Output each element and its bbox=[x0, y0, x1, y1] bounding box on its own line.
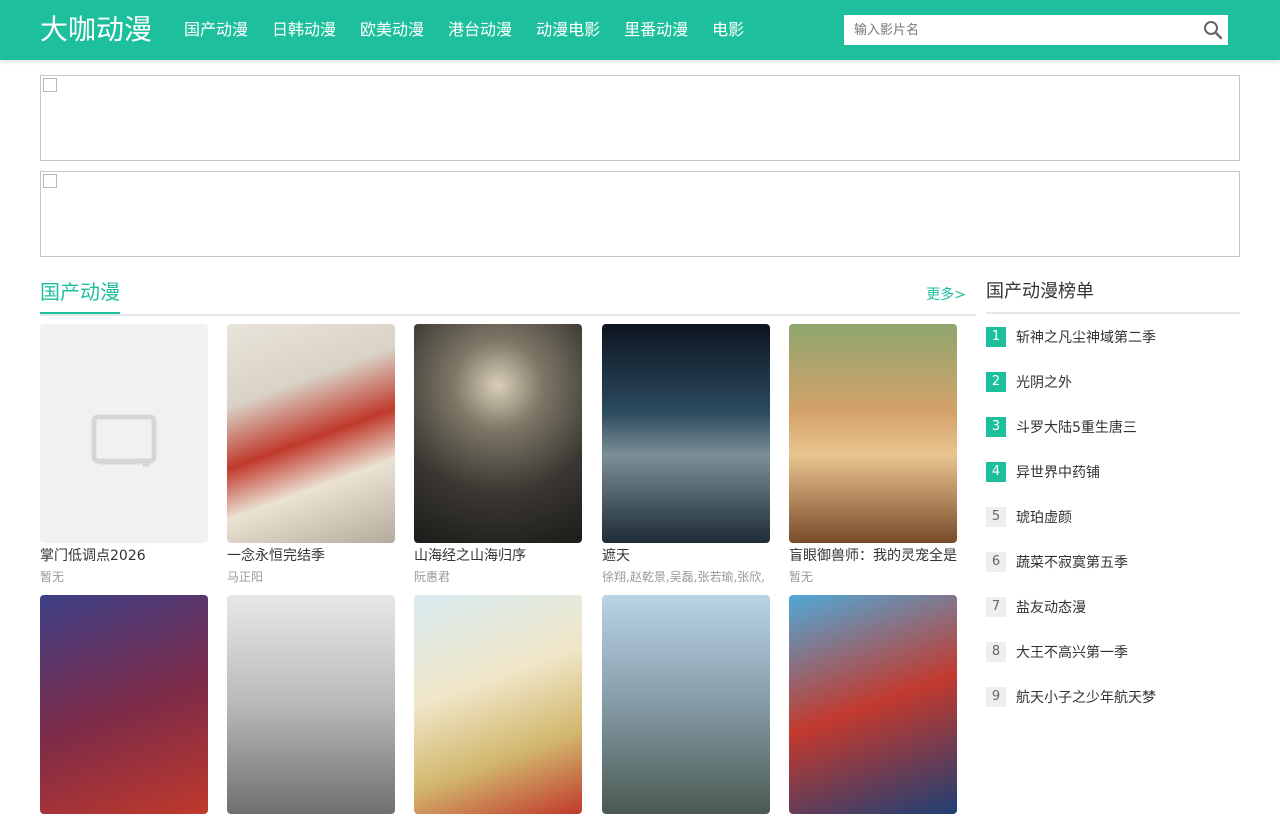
ranking-item-title[interactable]: 斩神之凡尘神域第二季 bbox=[1016, 327, 1156, 347]
ranking-item[interactable]: 8 大王不高兴第一季 bbox=[986, 629, 1240, 674]
anime-card[interactable] bbox=[602, 595, 770, 818]
ranking-title: 国产动漫榜单 bbox=[986, 281, 1094, 302]
anime-card[interactable] bbox=[789, 595, 957, 818]
ranking-item-title[interactable]: 琥珀虚颜 bbox=[1016, 507, 1072, 527]
nav-item[interactable]: 日韩动漫 bbox=[260, 0, 348, 60]
anime-card[interactable] bbox=[227, 595, 395, 818]
nav-item[interactable]: 动漫电影 bbox=[524, 0, 612, 60]
ranking-item[interactable]: 6 蔬菜不寂寞第五季 bbox=[986, 539, 1240, 584]
card-title[interactable]: 盲眼御兽师：我的灵宠全是 bbox=[789, 546, 957, 566]
ranking-item[interactable]: 2 光阴之外 bbox=[986, 359, 1240, 404]
poster-image[interactable] bbox=[602, 595, 770, 814]
section-header: 国产动漫 更多> bbox=[40, 276, 976, 316]
poster-placeholder[interactable] bbox=[40, 324, 208, 543]
site-header: 大咖动漫 国产动漫 日韩动漫 欧美动漫 港台动漫 动漫电影 里番动漫 电影 bbox=[0, 0, 1280, 60]
ranking-item-title[interactable]: 光阴之外 bbox=[1016, 372, 1072, 392]
anime-card[interactable] bbox=[414, 595, 582, 818]
card-title[interactable]: 山海经之山海归序 bbox=[414, 546, 582, 566]
poster-image[interactable] bbox=[414, 595, 582, 814]
rank-number: 5 bbox=[986, 506, 1006, 527]
anime-card[interactable]: 遮天 徐翔,赵乾景,吴磊,张若瑜,张欣, bbox=[602, 324, 770, 587]
anime-card[interactable]: 掌门低调点2026 暂无 bbox=[40, 324, 208, 587]
card-cast: 暂无 bbox=[789, 570, 814, 584]
rank-number: 6 bbox=[986, 551, 1006, 572]
nav-item[interactable]: 欧美动漫 bbox=[348, 0, 436, 60]
nav-item[interactable]: 港台动漫 bbox=[436, 0, 524, 60]
card-cast: 马正阳 bbox=[227, 570, 264, 584]
card-title[interactable]: 掌门低调点2026 bbox=[40, 546, 208, 566]
more-link[interactable]: 更多> bbox=[926, 284, 966, 304]
ranking-item[interactable]: 7 盐友动态漫 bbox=[986, 584, 1240, 629]
rank-number: 4 bbox=[986, 461, 1006, 482]
rank-number: 7 bbox=[986, 596, 1006, 617]
ranking-header: 国产动漫榜单 bbox=[986, 276, 1240, 314]
ad-banner[interactable] bbox=[40, 171, 1240, 257]
ranking-list: 1 斩神之凡尘神域第二季 2 光阴之外 3 斗罗大陆5重生唐三 4 异世界中药铺 5 琥珀… bbox=[986, 314, 1240, 719]
ad-banner[interactable] bbox=[40, 75, 1240, 161]
card-title[interactable]: 遮天 bbox=[602, 546, 770, 566]
card-cast: 徐翔,赵乾景,吴磊,张若瑜,张欣, bbox=[602, 570, 766, 584]
search-button[interactable] bbox=[1198, 15, 1228, 45]
rank-number: 2 bbox=[986, 371, 1006, 392]
poster-image[interactable] bbox=[227, 595, 395, 814]
rank-number: 8 bbox=[986, 641, 1006, 662]
poster-image[interactable] bbox=[602, 324, 770, 543]
ranking-item[interactable]: 5 琥珀虚颜 bbox=[986, 494, 1240, 539]
poster-image[interactable] bbox=[227, 324, 395, 543]
rank-number: 3 bbox=[986, 416, 1006, 437]
broken-image-icon bbox=[43, 174, 57, 188]
section-title: 国产动漫 bbox=[40, 276, 120, 314]
card-title[interactable]: 一念永恒完结季 bbox=[227, 546, 395, 566]
ranking-item-title[interactable]: 蔬菜不寂寞第五季 bbox=[1016, 552, 1128, 572]
ranking-item-title[interactable]: 斗罗大陆5重生唐三 bbox=[1016, 417, 1137, 437]
nav-item[interactable]: 国产动漫 bbox=[172, 0, 260, 60]
ranking-item-title[interactable]: 航天小子之少年航天梦 bbox=[1016, 687, 1156, 707]
nav-item[interactable]: 里番动漫 bbox=[612, 0, 700, 60]
ranking-item[interactable]: 9 航天小子之少年航天梦 bbox=[986, 674, 1240, 719]
card-cast: 阮惠君 bbox=[414, 570, 451, 584]
card-cast: 暂无 bbox=[40, 570, 65, 584]
tv-icon bbox=[91, 414, 157, 467]
ranking-item-title[interactable]: 大王不高兴第一季 bbox=[1016, 642, 1128, 662]
anime-card[interactable]: 盲眼御兽师：我的灵宠全是 暂无 bbox=[789, 324, 957, 587]
poster-image[interactable] bbox=[414, 324, 582, 543]
search-box bbox=[844, 15, 1228, 45]
search-icon bbox=[1204, 21, 1223, 40]
anime-card[interactable]: 一念永恒完结季 马正阳 bbox=[227, 324, 395, 587]
ranking-item[interactable]: 4 异世界中药铺 bbox=[986, 449, 1240, 494]
ranking-item[interactable]: 1 斩神之凡尘神域第二季 bbox=[986, 314, 1240, 359]
ranking-item-title[interactable]: 异世界中药铺 bbox=[1016, 462, 1100, 482]
anime-card[interactable] bbox=[40, 595, 208, 818]
ranking-item-title[interactable]: 盐友动态漫 bbox=[1016, 597, 1086, 617]
poster-image[interactable] bbox=[40, 595, 208, 814]
rank-number: 1 bbox=[986, 326, 1006, 347]
poster-image[interactable] bbox=[789, 595, 957, 814]
broken-image-icon bbox=[43, 78, 57, 92]
ranking-item[interactable]: 3 斗罗大陆5重生唐三 bbox=[986, 404, 1240, 449]
rank-number: 9 bbox=[986, 686, 1006, 707]
poster-image[interactable] bbox=[789, 324, 957, 543]
anime-card[interactable]: 山海经之山海归序 阮惠君 bbox=[414, 324, 582, 587]
nav-item[interactable]: 电影 bbox=[700, 0, 756, 60]
search-input[interactable] bbox=[844, 15, 1184, 45]
site-logo[interactable]: 大咖动漫 bbox=[40, 10, 152, 50]
main-nav: 国产动漫 日韩动漫 欧美动漫 港台动漫 动漫电影 里番动漫 电影 bbox=[172, 0, 756, 60]
